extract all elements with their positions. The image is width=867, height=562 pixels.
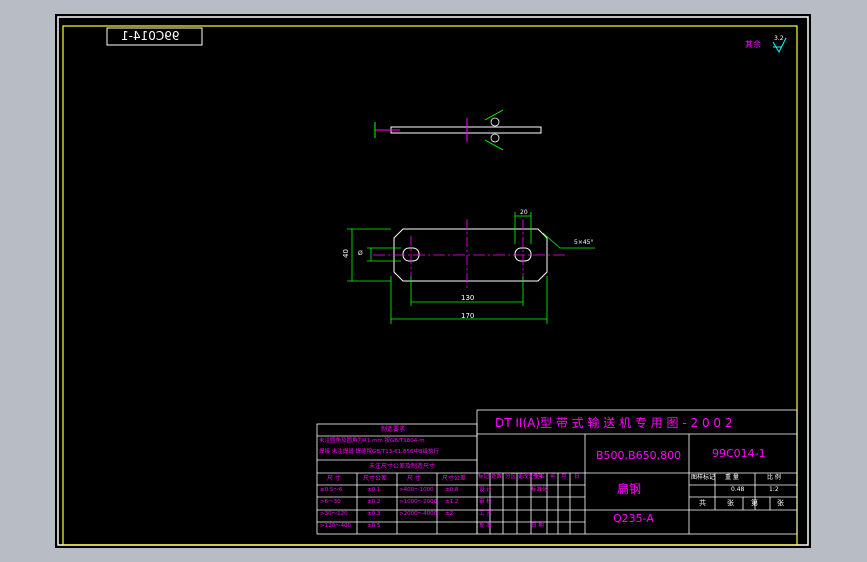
title-block-code: 99C014-1 xyxy=(712,447,766,460)
drawing-code-mirrored: 99C014-1 xyxy=(121,29,180,43)
tech-row-cell: ±1.2 xyxy=(445,499,459,505)
sign-row-label: 批 准 xyxy=(479,523,492,529)
sign-row-label: 日 期 xyxy=(531,523,544,529)
sign-row-label: 审 核 xyxy=(479,499,492,505)
title-block-weight-label: 重 量 xyxy=(725,474,739,481)
tech-row-cell: ±0.1 xyxy=(367,487,381,493)
sign-row-label: 标准化 xyxy=(531,487,548,493)
title-block-sheet-a: 共 xyxy=(699,499,706,507)
dim-hole-offset-label: 20 xyxy=(520,209,528,216)
sign-col-label: 日 xyxy=(574,474,580,480)
tech-row-cell: ±0.3 xyxy=(367,511,381,517)
title-block-spec: B500,B650,800 xyxy=(596,449,682,462)
title-block-sheet-b: 张 xyxy=(727,499,734,507)
top-view xyxy=(374,109,542,151)
tech-block-header: 制造要求 xyxy=(381,426,406,433)
sign-row-label: 工 艺 xyxy=(479,511,492,517)
title-block-weight-value: 0.48 xyxy=(731,486,745,493)
title-block-sheet-d: 张 xyxy=(777,499,784,507)
sign-col-label: 分区 xyxy=(505,474,517,480)
tech-row-cell: ±2 xyxy=(445,511,454,517)
dim-height-label: 40 xyxy=(341,249,350,258)
sign-col-label: 月 xyxy=(561,474,567,480)
sign-row-label: 设 计 xyxy=(479,487,492,493)
front-view xyxy=(373,219,565,289)
tech-row-cell: >400～1000 xyxy=(399,487,434,493)
drawing-canvas: 99C014-1 其余 3.2 170 130 20 40 5×45° Ø DT… xyxy=(55,14,811,548)
tech-block-col4: 尺寸公差 xyxy=(442,475,467,482)
sign-col-label: 年 xyxy=(550,474,556,480)
surface-finish-note: 其余 xyxy=(745,40,761,49)
title-block-title: DT II(A)型 带 式 输 送 机 专 用 图 - 2 0 0 2 xyxy=(495,416,733,430)
tech-row-cell: >120～400 xyxy=(320,523,352,529)
title-block-stage-label: 图样标记 xyxy=(691,474,716,481)
tech-row-cell: >30～120 xyxy=(320,511,348,517)
tech-block-line2: 焊接 未注焊缝 焊缝按GB/T13-61.856中8级执行 xyxy=(319,449,439,455)
dim-chamfer-label: 5×45° xyxy=(574,239,594,246)
tech-block-col1: 尺 寸 xyxy=(327,475,341,482)
tech-row-cell: ≥0.5～6 xyxy=(320,487,343,493)
dim-width-label: 170 xyxy=(461,312,475,320)
dim-slot-label: Ø xyxy=(358,250,363,257)
tech-row-cell: ±0.8 xyxy=(445,487,459,493)
tech-row-cell: ±0.2 xyxy=(367,499,381,505)
tech-block-col3: 尺 寸 xyxy=(407,475,421,482)
tech-block-col2: 尺寸公差 xyxy=(363,475,388,482)
surface-finish-value: 3.2 xyxy=(774,35,784,42)
title-block-scale-label: 比 例 xyxy=(767,474,781,481)
sign-col-label: 标记 xyxy=(478,474,490,480)
tech-row-cell: >1000～2000 xyxy=(399,499,438,505)
dim-hole-spacing-label: 130 xyxy=(461,294,475,302)
sign-col-label: 签名 xyxy=(534,474,546,480)
title-block-part-name: 扁钢 xyxy=(617,482,642,496)
title-block-material: Q235-A xyxy=(613,512,654,525)
tech-row-cell: >2000～4000 xyxy=(399,511,438,517)
sign-col-label: 处数 xyxy=(491,474,503,480)
tech-block-table-header: 未注尺寸公差及制造尺寸 xyxy=(369,463,436,470)
title-block-sheet-c: 第 xyxy=(751,499,758,507)
tech-row-cell: >6～30 xyxy=(320,499,341,505)
title-block-scale-value: 1:2 xyxy=(769,486,779,493)
tech-row-cell: ±0.5 xyxy=(367,523,381,529)
tech-block-line1: 未注圆角及圆角为R1 mm 按GB/T1804-m xyxy=(319,438,425,444)
